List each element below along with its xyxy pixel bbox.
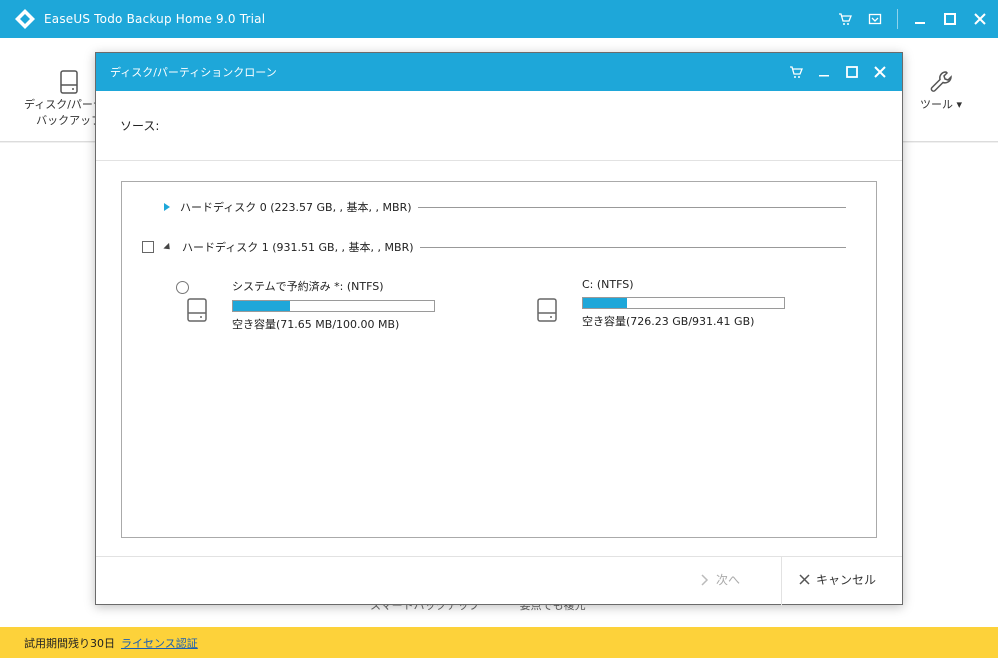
- close-x-icon: [799, 574, 810, 585]
- partition-drive-icon: [185, 297, 209, 326]
- disk-backup-label-2: バックアップ: [36, 114, 103, 127]
- dialog-close-icon[interactable]: [872, 64, 888, 80]
- next-label: 次へ: [716, 573, 741, 587]
- cancel-label: キャンセル: [816, 573, 877, 587]
- disk-divider: [417, 206, 846, 208]
- partition-free-space: 空き容量(71.65 MB/100.00 MB): [232, 318, 400, 331]
- collapse-arrow-icon[interactable]: [163, 242, 173, 252]
- disk-divider: [419, 246, 846, 248]
- dialog-titlebar: ディスク/パーティションクローン: [96, 53, 902, 91]
- dialog-minimize-icon[interactable]: [816, 64, 832, 80]
- tools-button[interactable]: ツール ▾: [920, 68, 962, 112]
- partition-system-reserved[interactable]: システムで予約済み *: (NTFS) 空き容量(71.65 MB/100.00…: [232, 278, 435, 332]
- dialog-maximize-icon[interactable]: [844, 64, 860, 80]
- footer-separator: [781, 557, 782, 606]
- clone-dialog: ディスク/パーティションクローン ソース: ハードディスク 0 (223.57 …: [95, 52, 903, 606]
- partition-free-space: 空き容量(726.23 GB/931.41 GB): [582, 315, 755, 328]
- dialog-title: ディスク/パーティションクローン: [110, 66, 277, 79]
- disk-label-1: ハードディスク 1 (931.51 GB, , 基本, , MBR): [182, 241, 414, 254]
- disk-list-panel: ハードディスク 0 (223.57 GB, , 基本, , MBR) ハードディ…: [121, 181, 877, 538]
- partition-usage-bar: [582, 297, 785, 309]
- wrench-icon: [930, 71, 952, 92]
- cancel-button[interactable]: キャンセル: [799, 571, 876, 588]
- title-separator: [897, 9, 898, 29]
- app-title: EaseUS Todo Backup Home 9.0 Trial: [44, 12, 266, 26]
- partition-usage-fill: [583, 298, 628, 308]
- source-label: ソース:: [120, 119, 160, 133]
- dialog-cart-icon[interactable]: [788, 64, 804, 80]
- trial-statusbar: 試用期間残り30日 ライセンス認証: [0, 627, 998, 658]
- disk-label-0: ハードディスク 0 (223.57 GB, , 基本, , MBR): [180, 201, 412, 214]
- easeus-logo-icon: [14, 8, 36, 30]
- app-titlebar: EaseUS Todo Backup Home 9.0 Trial: [0, 0, 998, 38]
- trial-remaining-text: 試用期間残り30日: [24, 636, 115, 650]
- close-icon[interactable]: [972, 11, 988, 27]
- disk-row-0[interactable]: ハードディスク 0 (223.57 GB, , 基本, , MBR): [142, 199, 846, 215]
- disk-row-1[interactable]: ハードディスク 1 (931.51 GB, , 基本, , MBR): [142, 239, 846, 255]
- disk-icon: [60, 70, 78, 94]
- license-activation-link[interactable]: ライセンス認証: [121, 635, 198, 651]
- expand-arrow-icon[interactable]: [164, 203, 170, 211]
- minimize-icon[interactable]: [912, 11, 928, 27]
- partition-drive-icon: [535, 297, 559, 326]
- chevron-right-icon: [701, 573, 709, 586]
- partition-name: C: (NTFS): [582, 278, 634, 291]
- source-row: ソース:: [96, 91, 902, 161]
- partition-c[interactable]: C: (NTFS) 空き容量(726.23 GB/931.41 GB): [582, 278, 785, 329]
- partition-radio[interactable]: [176, 281, 189, 294]
- partition-usage-fill: [233, 301, 291, 311]
- cart-icon[interactable]: [837, 11, 853, 27]
- partition-name: システムで予約済み *: (NTFS): [232, 280, 384, 293]
- disk-checkbox-1[interactable]: [142, 241, 154, 253]
- dialog-footer: 次へ キャンセル: [96, 556, 902, 606]
- menu-box-icon[interactable]: [867, 11, 883, 27]
- partition-usage-bar: [232, 300, 435, 312]
- tools-label: ツール ▾: [920, 98, 963, 111]
- next-button[interactable]: 次へ: [700, 571, 740, 588]
- maximize-icon[interactable]: [942, 11, 958, 27]
